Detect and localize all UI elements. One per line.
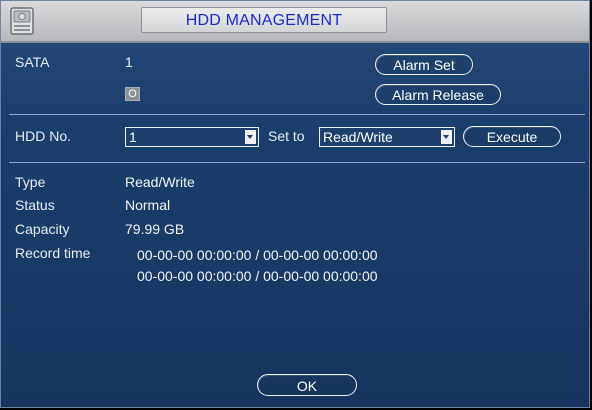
- ok-button[interactable]: OK: [257, 374, 357, 396]
- sata-number: 1: [125, 54, 133, 70]
- separator-middle: [9, 162, 585, 163]
- title-bar: HDD MANAGEMENT: [1, 1, 589, 43]
- set-to-label: Set to: [268, 128, 305, 144]
- type-label: Type: [15, 174, 46, 190]
- sata-status-mark: O: [128, 88, 137, 100]
- alarm-release-button[interactable]: Alarm Release: [375, 84, 501, 105]
- hdd-no-label: HDD No.: [15, 128, 72, 144]
- chevron-down-icon[interactable]: [245, 130, 256, 144]
- capacity-label: Capacity: [15, 221, 70, 237]
- status-label: Status: [15, 197, 55, 213]
- hdd-no-select[interactable]: 1: [125, 127, 259, 147]
- window-title: HDD MANAGEMENT: [185, 12, 343, 29]
- title-plate: HDD MANAGEMENT: [141, 7, 387, 33]
- separator-top: [9, 114, 585, 115]
- set-to-select[interactable]: Read/Write: [319, 127, 455, 147]
- record-time-label: Record time: [15, 245, 91, 261]
- type-value: Read/Write: [125, 174, 195, 190]
- hdd-icon: [10, 7, 34, 35]
- hdd-management-window: HDD MANAGEMENT SATA 1 O Alarm Set Alarm …: [0, 0, 590, 408]
- record-time-line-1: 00-00-00 00:00:00 / 00-00-00 00:00:00: [137, 247, 378, 263]
- hdd-no-value: 1: [129, 129, 137, 145]
- alarm-set-button[interactable]: Alarm Set: [375, 54, 473, 75]
- status-value: Normal: [125, 197, 171, 213]
- execute-button[interactable]: Execute: [463, 126, 561, 147]
- sata-status-indicator: O: [125, 87, 140, 101]
- set-to-value: Read/Write: [323, 129, 393, 145]
- capacity-value: 79.99 GB: [125, 221, 185, 237]
- record-time-line-2: 00-00-00 00:00:00 / 00-00-00 00:00:00: [137, 268, 378, 284]
- sata-label: SATA: [15, 54, 50, 70]
- chevron-down-icon[interactable]: [441, 130, 452, 144]
